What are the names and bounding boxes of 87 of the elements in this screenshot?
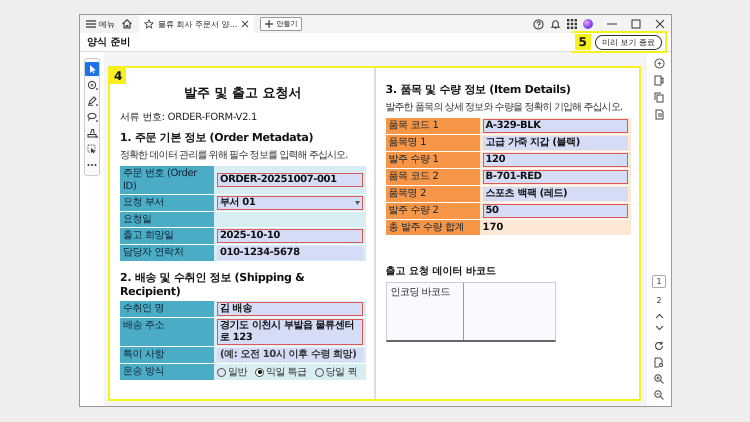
input-field[interactable]: ORDER-20251007-001	[217, 173, 362, 187]
field-label: 요청 부서	[120, 195, 214, 211]
pen-icon	[86, 96, 98, 106]
close-icon[interactable]	[241, 20, 250, 28]
input-field[interactable]: 경기도 이천시 부발읍 물류센터로 123	[217, 319, 362, 345]
field-label: 담당자 연락처	[120, 245, 214, 261]
input-field[interactable]: 50	[482, 204, 628, 218]
sticker-icon[interactable]	[654, 58, 664, 69]
maximize-icon[interactable]	[631, 19, 641, 29]
tool-button[interactable]	[85, 110, 99, 124]
field-label: 품목 코드 2	[386, 169, 480, 185]
refresh-icon[interactable]	[654, 341, 664, 351]
zoom-out-icon[interactable]	[654, 390, 664, 400]
menu-icon	[86, 20, 96, 28]
input-field[interactable]: 010-1234-5678	[217, 246, 362, 260]
input-field[interactable]: 2025-10-10	[217, 229, 362, 243]
copy-icon[interactable]	[654, 92, 664, 103]
help-icon[interactable]	[533, 18, 544, 30]
input-field[interactable]: 김 배송	[217, 302, 362, 316]
page-number[interactable]: 1	[652, 275, 666, 288]
star-icon	[144, 19, 154, 29]
document-icon[interactable]	[654, 109, 664, 120]
section-heading: 출고 요청 데이터 바코드	[386, 265, 497, 278]
document-number: 서류 번호: ORDER-FORM-V2.1	[120, 111, 258, 124]
input-field[interactable]: 고급 가죽 지갑 (블랙)	[482, 136, 628, 150]
annotation-badge: 5	[574, 34, 591, 50]
video-icon[interactable]	[654, 75, 664, 86]
field-label: 발주 수량 2	[386, 203, 480, 219]
home-icon[interactable]	[121, 18, 133, 30]
radio-option[interactable]: 익일 특급	[255, 365, 307, 379]
field-label: 수취인 명	[120, 301, 214, 317]
pointer-icon	[88, 64, 96, 74]
more-icon	[87, 163, 97, 167]
tool-button[interactable]	[85, 78, 99, 92]
lasso-icon	[86, 112, 98, 122]
toolbar-title: 양식 준비	[87, 36, 130, 49]
radio-button[interactable]	[255, 368, 264, 376]
page-search-icon[interactable]	[654, 357, 664, 368]
chevron-down-icon[interactable]	[654, 325, 664, 331]
tool-button[interactable]	[85, 94, 99, 108]
radio-button[interactable]	[314, 368, 324, 376]
radio-button[interactable]	[217, 368, 226, 376]
dropdown-field[interactable]: 부서 01	[217, 196, 362, 210]
field-label: 품목명 1	[386, 135, 480, 151]
input-field[interactable]: 스포츠 백팩 (레드)	[482, 187, 628, 201]
apps-grid-icon[interactable]	[567, 19, 577, 29]
field-label: 품목명 2	[386, 186, 480, 202]
page-number[interactable]: 2	[652, 294, 666, 307]
field-label: 요청일	[120, 212, 214, 227]
field-label: 운송 방식	[120, 364, 214, 380]
field-label: 총 발주 수량 합계	[386, 220, 480, 235]
menu-button[interactable]: 메뉴	[86, 18, 115, 30]
field-label: 출고 희망일	[120, 228, 214, 244]
zoom-in-icon[interactable]	[654, 374, 664, 384]
document-title: 발주 및 출고 요청서	[182, 85, 303, 102]
dropdown-caret-icon	[354, 201, 360, 205]
exit-preview-button[interactable]: 미리 보기 종료	[594, 34, 662, 50]
section-description: 발주한 품목의 상세 정보와 수량을 정확히 기입해 주십시오.	[386, 101, 624, 114]
stamp-icon	[86, 128, 98, 138]
tool-button[interactable]	[85, 126, 99, 140]
table-cell: 인코딩 바코드	[386, 283, 464, 340]
field-value: 170	[482, 222, 504, 233]
plus-icon	[265, 20, 274, 28]
tab-title: 물류 회사 주문서 양...	[158, 18, 238, 30]
field-label: 특이 사항	[120, 347, 214, 363]
selection-icon	[87, 144, 97, 154]
field-label: 발주 수량 1	[386, 152, 480, 168]
radio-option[interactable]: 일반	[217, 365, 247, 379]
field-label: 주문 번호 (Order ID)	[120, 166, 214, 194]
input-field[interactable]: A-329-BLK	[482, 119, 628, 133]
section-heading: 1. 주문 기본 정보 (Order Metadata)	[120, 130, 314, 145]
bell-icon[interactable]	[550, 18, 561, 30]
radio-option[interactable]: 당일 퀵	[314, 365, 357, 379]
close-icon[interactable]	[655, 19, 665, 29]
annotation-badge: 4	[110, 68, 126, 84]
tab[interactable]: 물류 회사 주문서 양...	[139, 15, 254, 33]
section-description: 정확한 데이터 관리를 위해 필수 정보를 입력해 주십시오.	[120, 149, 349, 162]
input-field[interactable]: (예: 오전 10시 이후 수령 희망)	[217, 348, 362, 362]
comment-icon	[86, 80, 98, 90]
field-label: 배송 주소	[120, 318, 214, 346]
section-heading: 3. 품목 및 수량 정보 (Item Details)	[386, 82, 572, 97]
input-field[interactable]: B-701-RED	[482, 170, 628, 184]
section-heading: 2. 배송 및 수취인 정보 (Shipping & Recipient)	[120, 270, 306, 298]
field-label: 품목 코드 1	[386, 118, 480, 134]
chevron-up-icon[interactable]	[654, 313, 664, 319]
avatar[interactable]	[583, 19, 593, 29]
input-field[interactable]: 120	[482, 153, 628, 167]
